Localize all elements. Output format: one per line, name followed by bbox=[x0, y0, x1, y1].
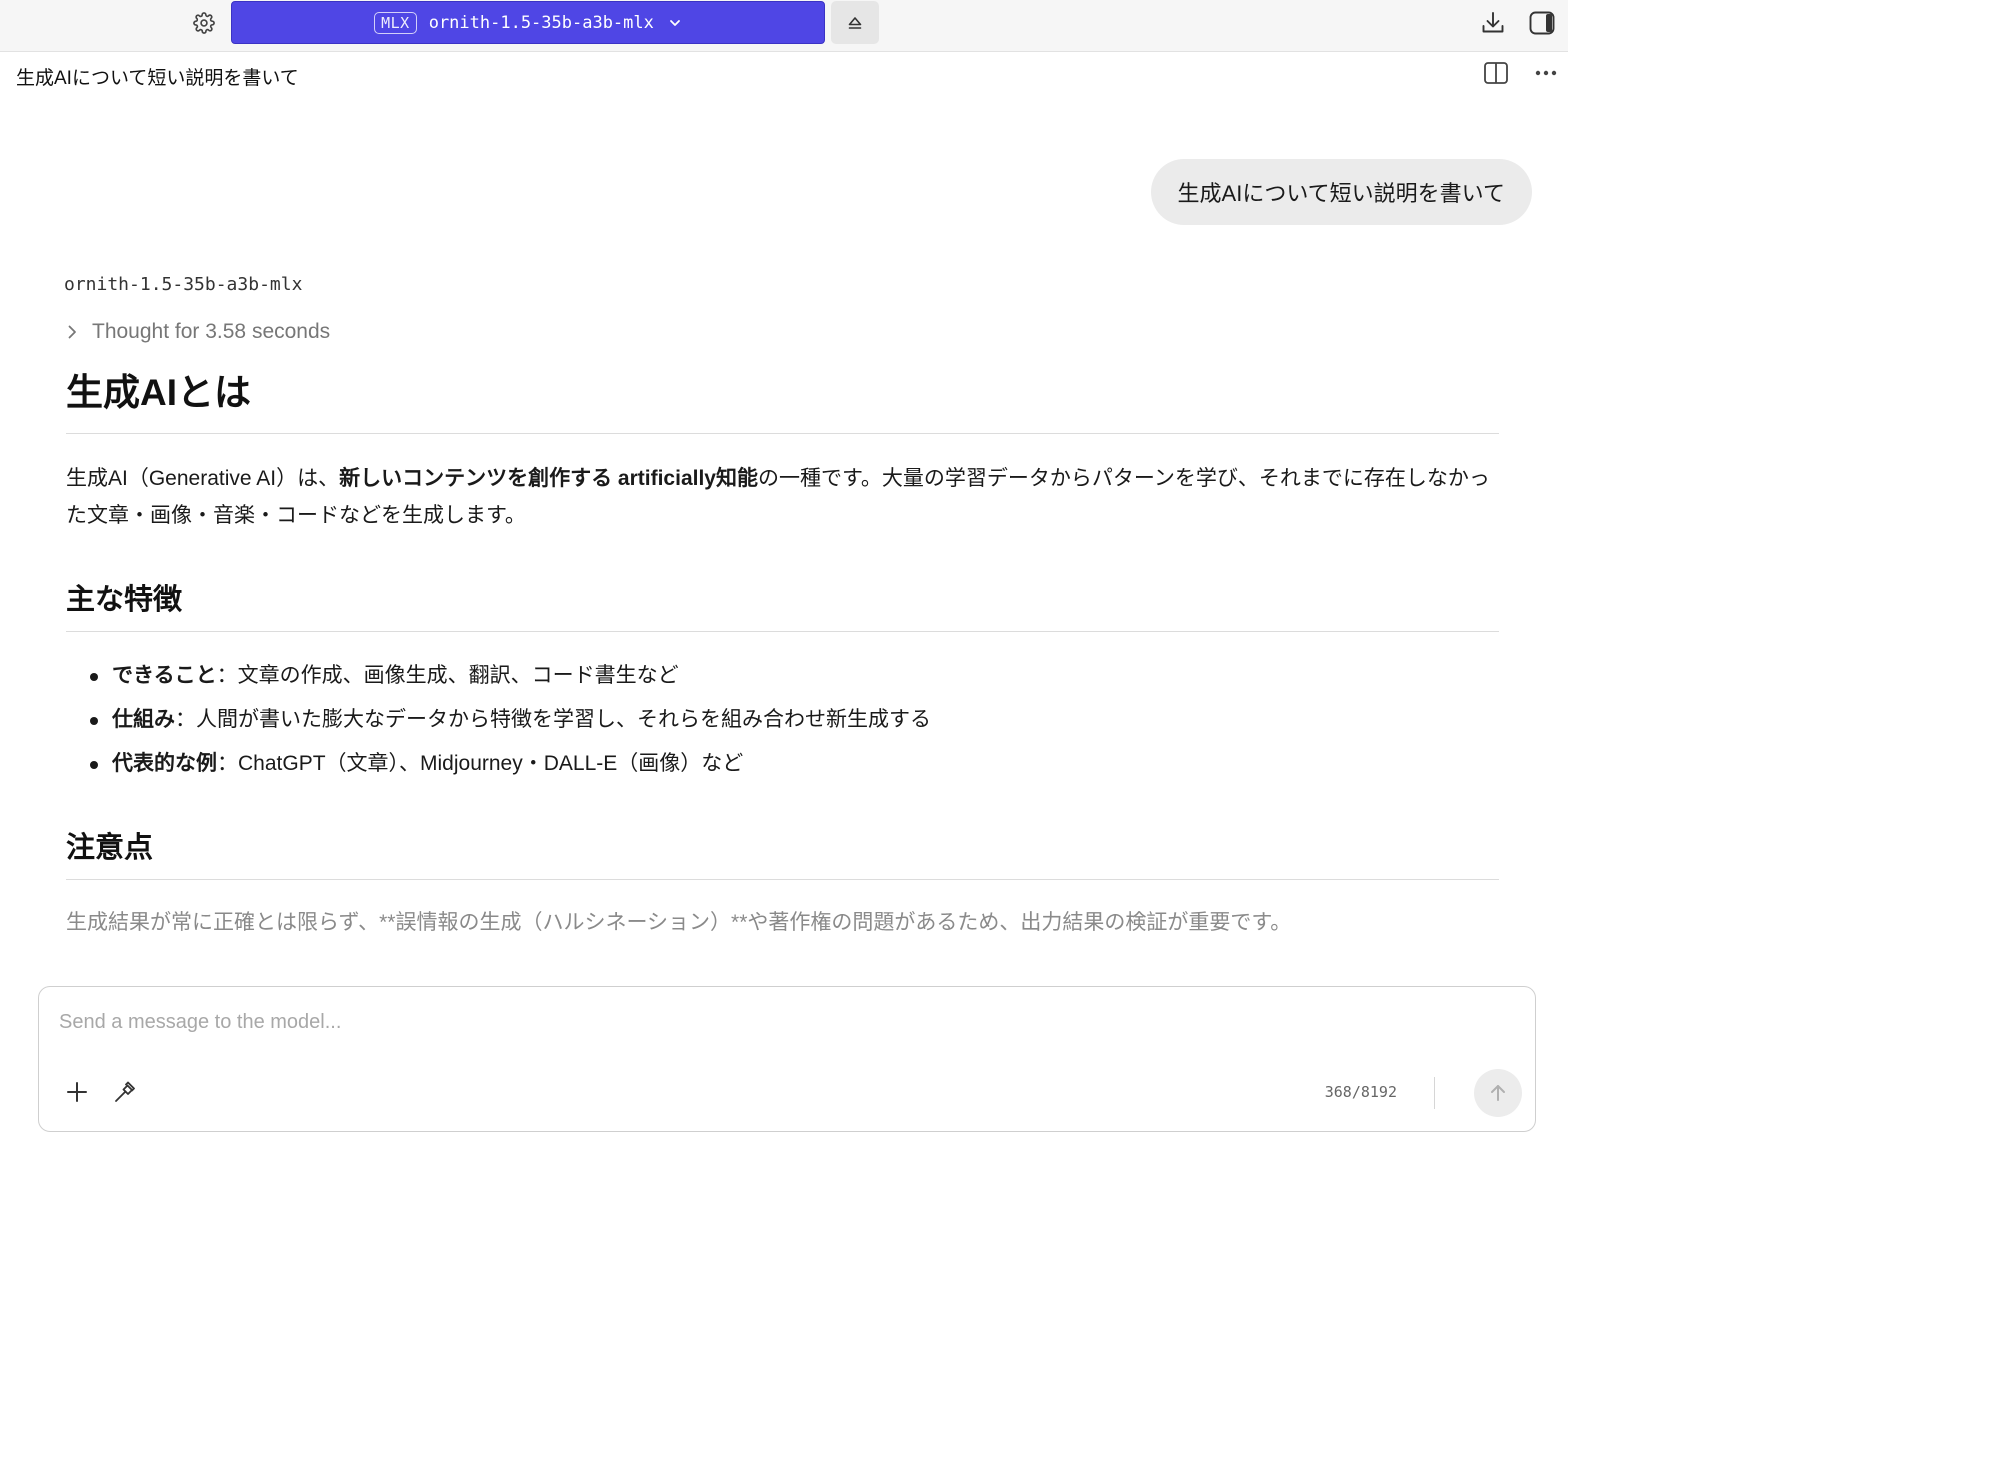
gear-icon bbox=[193, 12, 215, 34]
top-toolbar: MLX ornith-1.5-35b-a3b-mlx bbox=[0, 0, 1568, 52]
assistant-message: 生成AIとは 生成AI（Generative AI）は、新しいコンテンツを創作す… bbox=[66, 362, 1499, 941]
download-icon bbox=[1482, 12, 1504, 33]
eject-model-button[interactable] bbox=[831, 1, 879, 44]
features-list: できること：文章の作成、画像生成、翻訳、コード書生など 仕組み：人間が書いた膨大… bbox=[66, 654, 1499, 786]
more-icon bbox=[1535, 70, 1557, 76]
answer-intro-paragraph: 生成AI（Generative AI）は、新しいコンテンツを創作する artif… bbox=[66, 460, 1499, 534]
thought-toggle[interactable]: Thought for 3.58 seconds bbox=[66, 320, 330, 344]
composer-divider bbox=[1434, 1077, 1435, 1109]
hammer-icon bbox=[115, 1081, 135, 1102]
chevron-right-icon bbox=[68, 325, 76, 339]
send-button[interactable] bbox=[1474, 1069, 1522, 1117]
plus-icon bbox=[67, 1082, 87, 1102]
add-attachment-button[interactable] bbox=[64, 1079, 90, 1105]
feature-desc: ：ChatGPT（文章）、Midjourney・DALL-E（画像）など bbox=[217, 752, 744, 775]
model-selector-label: ornith-1.5-35b-a3b-mlx bbox=[428, 12, 654, 33]
features-heading: 主な特徴 bbox=[66, 576, 1499, 632]
notes-paragraph: 生成結果が常に正確とは限らず、**誤情報の生成（ハルシネーション）**や著作権の… bbox=[66, 911, 1292, 934]
settings-button[interactable] bbox=[192, 11, 216, 35]
list-item: 代表的な例：ChatGPT（文章）、Midjourney・DALL-E（画像）な… bbox=[90, 742, 1499, 786]
intro-bold-text: 新しいコンテンツを創作する artificially知能 bbox=[339, 467, 758, 490]
intro-text-start: 生成AI（Generative AI）は、 bbox=[66, 467, 340, 490]
message-input[interactable] bbox=[59, 1005, 1259, 1039]
sidebar-toggle-button[interactable] bbox=[1527, 9, 1557, 37]
tools-button[interactable] bbox=[111, 1079, 139, 1105]
list-item: 仕組み：人間が書いた膨大なデータから特徴を学習し、それらを組み合わせ新生成する bbox=[90, 698, 1499, 742]
chevron-down-icon bbox=[668, 16, 682, 30]
assistant-model-label: ornith-1.5-35b-a3b-mlx bbox=[64, 274, 303, 295]
feature-term: 仕組み bbox=[112, 708, 175, 731]
token-counter: 368/8192 bbox=[1324, 1083, 1397, 1101]
model-format-badge: MLX bbox=[374, 11, 417, 34]
feature-term: できること bbox=[112, 664, 217, 687]
conversation-title: 生成AIについて短い説明を書いて bbox=[16, 68, 299, 89]
arrow-up-icon bbox=[1491, 1085, 1505, 1101]
more-options-button[interactable] bbox=[1532, 60, 1560, 86]
thought-label: Thought for 3.58 seconds bbox=[92, 320, 331, 343]
download-button[interactable] bbox=[1478, 9, 1508, 37]
split-view-icon bbox=[1484, 62, 1508, 84]
feature-desc: ：人間が書いた膨大なデータから特徴を学習し、それらを組み合わせ新生成する bbox=[175, 708, 931, 731]
eject-icon bbox=[848, 16, 862, 29]
feature-desc: ：文章の作成、画像生成、翻訳、コード書生など bbox=[216, 664, 679, 687]
answer-heading: 生成AIとは bbox=[66, 362, 1499, 434]
feature-term: 代表的な例 bbox=[112, 752, 217, 775]
sidebar-toggle-icon bbox=[1529, 11, 1555, 35]
message-composer: 368/8192 bbox=[38, 986, 1536, 1132]
split-view-button[interactable] bbox=[1482, 60, 1510, 86]
list-item: できること：文章の作成、画像生成、翻訳、コード書生など bbox=[90, 654, 1499, 698]
notes-heading: 注意点 bbox=[66, 824, 1499, 880]
model-selector[interactable]: MLX ornith-1.5-35b-a3b-mlx bbox=[231, 1, 825, 44]
user-message-text: 生成AIについて短い説明を書いて bbox=[1177, 181, 1505, 206]
user-message-bubble: 生成AIについて短い説明を書いて bbox=[1150, 159, 1532, 225]
